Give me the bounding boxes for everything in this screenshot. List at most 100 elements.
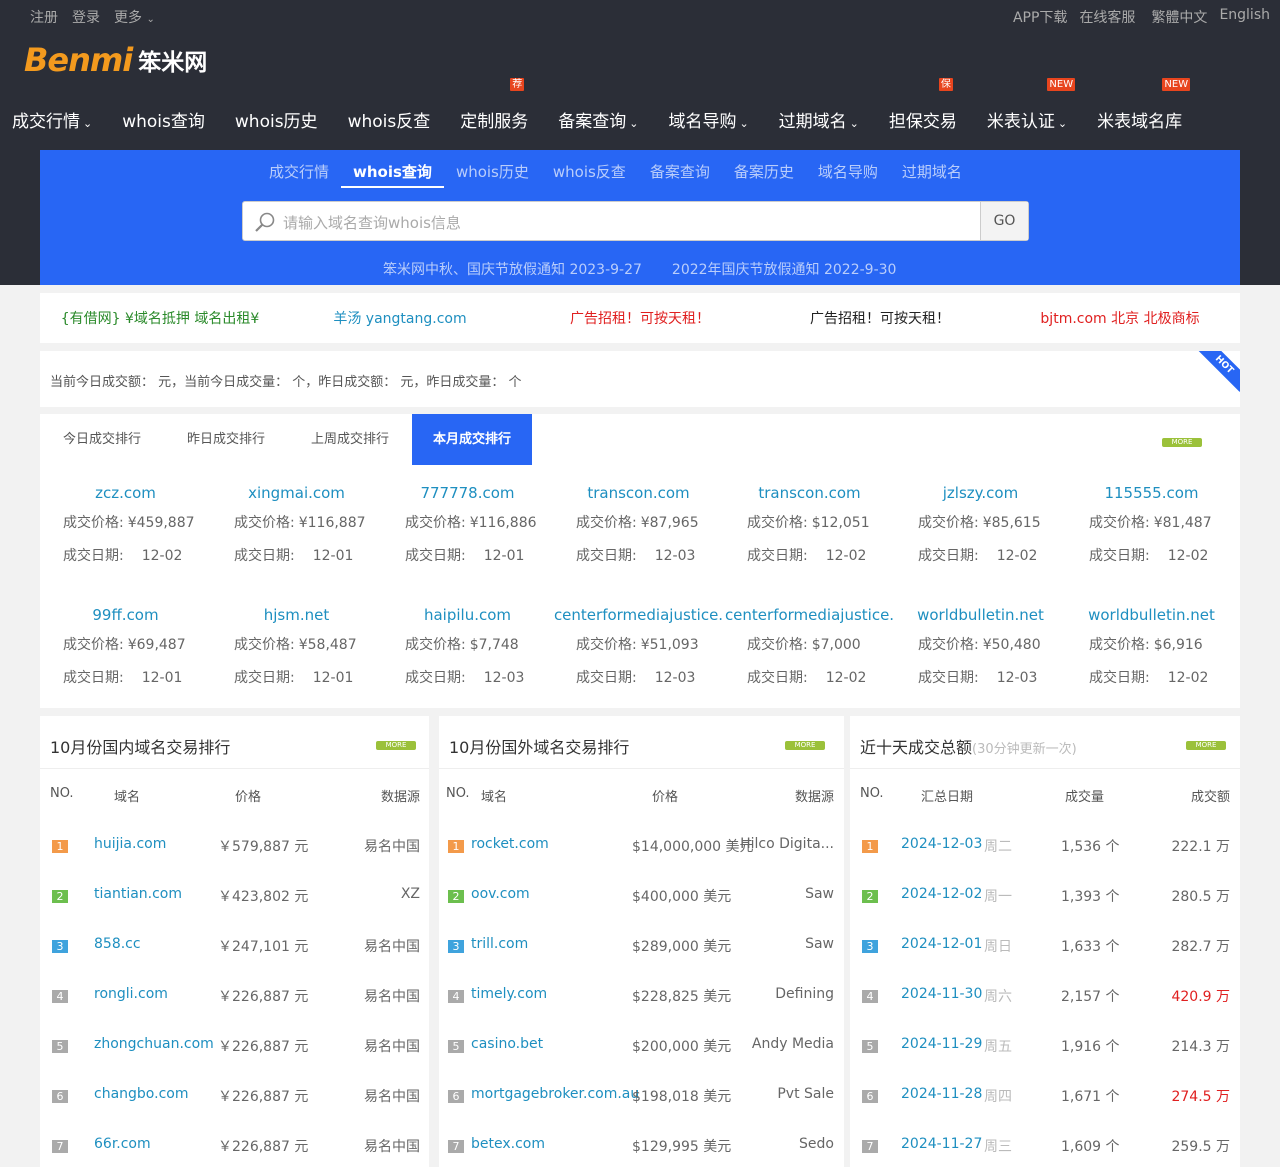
- domain-link[interactable]: casino.bet: [471, 1036, 543, 1052]
- nav-item-5[interactable]: 备案查询 ⌄: [546, 108, 650, 136]
- notice-link[interactable]: 笨米网中秋、国庆节放假通知 2023-9-27: [383, 259, 642, 279]
- banner-side: [0, 150, 40, 285]
- domain-link[interactable]: huijia.com: [94, 836, 166, 852]
- more-button[interactable]: MORE: [1162, 438, 1202, 447]
- search-box[interactable]: 请输入域名查询whois信息 GO: [242, 201, 1029, 241]
- ranking-tab-3[interactable]: 本月成交排行: [412, 414, 532, 465]
- date-line: 成交日期: 12-01: [382, 545, 553, 565]
- ad-link[interactable]: 广告招租！可按天租！: [520, 308, 760, 328]
- date-link[interactable]: 2024-11-29: [901, 1036, 982, 1052]
- date-label: 成交日期:: [747, 548, 808, 564]
- date-link[interactable]: 2024-11-27: [901, 1136, 982, 1152]
- more-button[interactable]: MORE: [376, 741, 416, 750]
- domain-link[interactable]: hjsm.net: [211, 606, 382, 628]
- app-download-link[interactable]: APP下载: [1013, 7, 1067, 27]
- nav-item-4[interactable]: 定制服务 荐: [448, 78, 540, 136]
- domain-link[interactable]: haipilu.com: [382, 606, 553, 628]
- domain-link[interactable]: worldbulletin.net: [895, 606, 1066, 628]
- domain-link[interactable]: 99ff.com: [40, 606, 211, 628]
- ad-link[interactable]: 广告招租！可按天租！: [760, 308, 1000, 328]
- ranking-item: 777778.com 成交价格: ¥116,886 成交日期: 12-01: [382, 484, 553, 565]
- ad-link[interactable]: bjtm.com 北京 北极商标: [1000, 308, 1240, 328]
- date-label: 成交日期:: [747, 670, 808, 686]
- notice-link[interactable]: 2022年国庆节放假通知 2022-9-30: [672, 259, 897, 279]
- domain-link[interactable]: betex.com: [471, 1136, 545, 1152]
- ranking-item: transcon.com 成交价格: $12,051 成交日期: 12-02: [724, 484, 895, 565]
- domain-link[interactable]: centerformediajustice.: [553, 606, 724, 628]
- nav-item-6[interactable]: 域名导购 ⌄: [656, 108, 760, 136]
- traditional-chinese-link[interactable]: 繁體中文: [1151, 7, 1207, 27]
- domain-link[interactable]: centerformediajustice.: [724, 606, 895, 628]
- search-input[interactable]: 请输入域名查询whois信息: [283, 212, 461, 233]
- domain-link[interactable]: 66r.com: [94, 1136, 151, 1152]
- nav-item-0[interactable]: 成交行情 ⌄: [0, 108, 104, 136]
- rank-number: 6: [862, 1090, 878, 1103]
- domain-link[interactable]: oov.com: [471, 886, 530, 902]
- domain-link[interactable]: 858.cc: [94, 936, 141, 952]
- search-tab-6[interactable]: 域名导购: [806, 162, 890, 188]
- more-menu[interactable]: 更多 ⌄: [114, 7, 155, 27]
- date-line: 成交日期: 12-02: [40, 545, 211, 565]
- date-link[interactable]: 2024-12-01: [901, 936, 982, 952]
- search-tab-5[interactable]: 备案历史: [722, 162, 806, 188]
- domain-link[interactable]: 777778.com: [382, 484, 553, 506]
- online-service-link[interactable]: 在线客服: [1079, 7, 1135, 27]
- domain-link[interactable]: transcon.com: [724, 484, 895, 506]
- date-link[interactable]: 2024-12-02: [901, 886, 982, 902]
- nav-item-10[interactable]: 米表域名库 NEW: [1085, 78, 1194, 136]
- nav-item-9[interactable]: 米表认证 ⌄ NEW: [975, 78, 1079, 136]
- ranking-item: 115555.com 成交价格: ¥81,487 成交日期: 12-02: [1066, 484, 1237, 565]
- rank-number: 6: [448, 1090, 464, 1103]
- register-link[interactable]: 注册: [30, 7, 58, 27]
- ranking-tab-0[interactable]: 今日成交排行: [40, 414, 164, 465]
- ad-link[interactable]: 羊汤 yangtang.com: [280, 308, 520, 328]
- ranking-tab-2[interactable]: 上周成交排行: [288, 414, 412, 465]
- price-line: 成交价格: ¥51,093: [553, 634, 724, 654]
- ad-link[interactable]: {有借网} ¥域名抵押 域名出租¥: [40, 308, 280, 328]
- date-link[interactable]: 2024-12-03: [901, 836, 982, 852]
- price-line: 成交价格: ¥85,615: [895, 512, 1066, 532]
- nav-item-2[interactable]: whois历史: [223, 108, 330, 136]
- ranking-tab-1[interactable]: 昨日成交排行: [164, 414, 288, 465]
- date-link[interactable]: 2024-11-28: [901, 1086, 982, 1102]
- domain-link[interactable]: xingmai.com: [211, 484, 382, 506]
- search-tab-1[interactable]: whois查询: [341, 162, 444, 188]
- nav-item-1[interactable]: whois查询: [110, 108, 217, 136]
- domain-link[interactable]: trill.com: [471, 936, 528, 952]
- domain-link[interactable]: mortgagebroker.com.au: [471, 1086, 639, 1102]
- date-label: 成交日期:: [918, 670, 979, 686]
- price-line: 成交价格: ¥50,480: [895, 634, 1066, 654]
- summary-title: 近十天成交总额: [860, 738, 973, 757]
- domain-link[interactable]: 115555.com: [1066, 484, 1237, 506]
- search-tab-4[interactable]: 备案查询: [638, 162, 722, 188]
- date-link[interactable]: 2024-11-30: [901, 986, 982, 1002]
- domain-link[interactable]: rocket.com: [471, 836, 549, 852]
- domain-link[interactable]: changbo.com: [94, 1086, 188, 1102]
- nav-item-3[interactable]: whois反查: [336, 108, 443, 136]
- domain-link[interactable]: zcz.com: [40, 484, 211, 506]
- nav-item-8[interactable]: 担保交易 保: [877, 78, 969, 136]
- nav-item-7[interactable]: 过期域名 ⌄: [767, 108, 871, 136]
- login-link[interactable]: 登录: [72, 7, 100, 27]
- domain-link[interactable]: zhongchuan.com: [94, 1036, 214, 1052]
- nav-label: 定制服务: [460, 112, 529, 132]
- search-tab-3[interactable]: whois反查: [541, 162, 638, 188]
- rank-number: 6: [52, 1090, 68, 1103]
- search-tab-2[interactable]: whois历史: [444, 162, 541, 188]
- domain-link[interactable]: tiantian.com: [94, 886, 182, 902]
- amount-value: 214.3 万: [1171, 1039, 1230, 1055]
- search-tab-0[interactable]: 成交行情: [257, 162, 341, 188]
- domain-link[interactable]: worldbulletin.net: [1066, 606, 1237, 628]
- price-value: ￥226,887 元: [218, 1089, 309, 1105]
- english-link[interactable]: English: [1219, 7, 1270, 27]
- ranking-item: jzlszy.com 成交价格: ¥85,615 成交日期: 12-02: [895, 484, 1066, 565]
- logo[interactable]: Benmi 笨米网: [24, 40, 207, 80]
- domain-link[interactable]: transcon.com: [553, 484, 724, 506]
- domain-link[interactable]: rongli.com: [94, 986, 168, 1002]
- go-button[interactable]: GO: [980, 202, 1028, 240]
- more-button[interactable]: MORE: [1186, 741, 1226, 750]
- domain-link[interactable]: jzlszy.com: [895, 484, 1066, 506]
- search-tab-7[interactable]: 过期域名: [890, 162, 974, 188]
- domain-link[interactable]: timely.com: [471, 986, 547, 1002]
- more-button[interactable]: MORE: [785, 741, 825, 750]
